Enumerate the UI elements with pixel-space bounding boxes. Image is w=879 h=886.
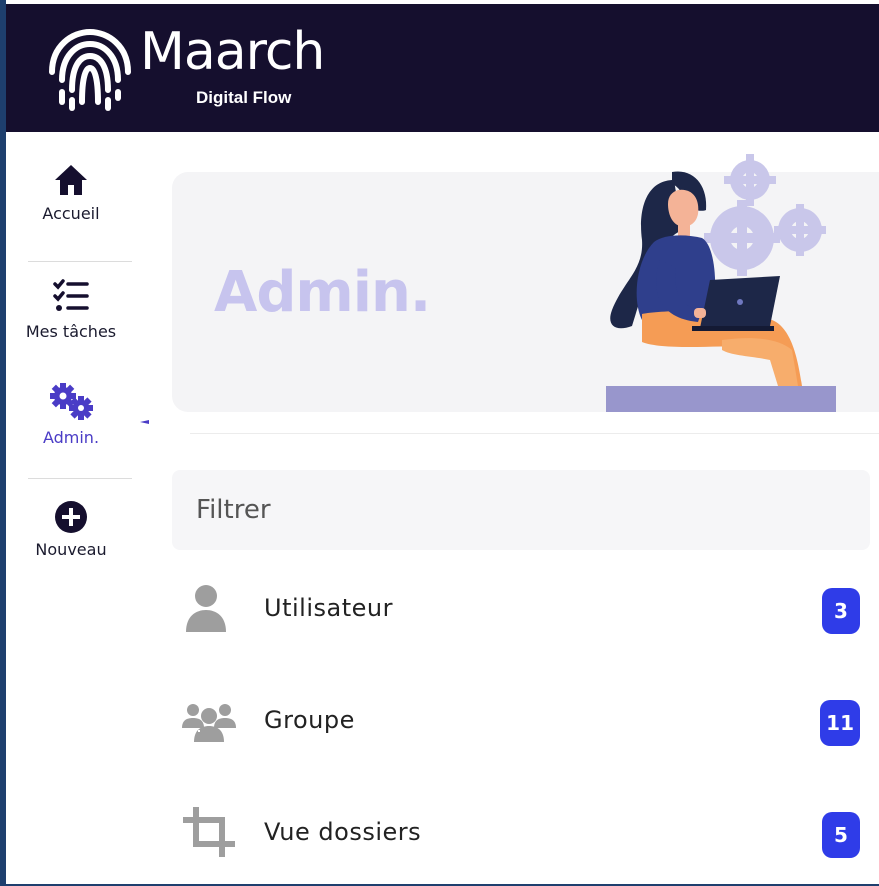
sidebar-divider [28,478,132,479]
woman-laptop-illustration [606,154,836,412]
count-badge: 5 [822,812,860,858]
admin-menu-item-label: Vue dossiers [264,818,422,846]
brand-subtitle: Digital Flow [196,88,292,107]
user-icon [186,585,226,632]
sidebar-item-nouveau[interactable]: Nouveau [6,500,136,559]
sidebar-divider [28,261,132,262]
sidebar-item-mes-taches[interactable]: Mes tâches [6,278,136,341]
top-header: Maarch Digital Flow [6,4,879,132]
sidebar-item-label: Accueil [42,204,100,223]
active-indicator [140,420,149,424]
task-list-icon [53,279,89,311]
page-title: Admin. [214,260,431,325]
sidebar-item-admin[interactable]: Admin. [6,382,136,447]
sidebar-item-accueil[interactable]: Accueil [6,162,136,223]
sidebar-item-label: Nouveau [35,540,107,559]
count-badge: 3 [822,588,860,634]
admin-menu-item-groupe[interactable]: Groupe 11 [172,680,870,760]
admin-hero-banner: Admin. [172,154,879,412]
admin-menu-item-label: Utilisateur [264,594,393,622]
fingerprint-logo-icon[interactable] [44,26,136,112]
count-badge: 11 [820,700,860,746]
sidebar: Accueil Mes tâches Admin. Nouveau [6,132,136,884]
sidebar-item-label: Mes tâches [25,322,117,341]
admin-menu-item-vue-dossiers[interactable]: Vue dossiers 5 [172,792,870,872]
sidebar-item-label: Admin. [42,428,100,447]
filter-input[interactable] [172,470,870,550]
home-icon [55,165,87,195]
brand-name: Maarch [140,22,325,82]
group-icon [182,704,236,742]
admin-menu-item-utilisateur[interactable]: Utilisateur 3 [172,568,870,648]
section-divider [190,433,879,434]
gears-icon [50,383,93,420]
crop-icon [183,807,235,857]
admin-menu-item-label: Groupe [264,706,355,734]
plus-circle-icon [55,501,87,533]
